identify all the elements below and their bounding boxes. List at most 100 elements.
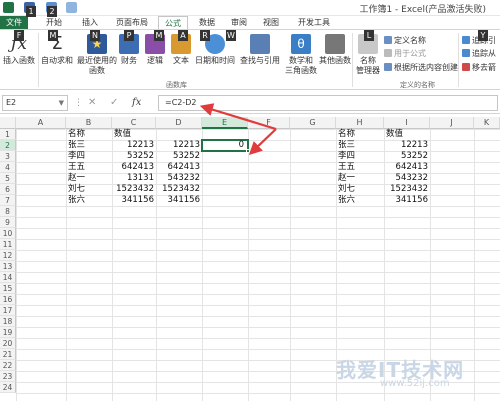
row-header[interactable]: 17: [0, 305, 16, 316]
row-header[interactable]: 16: [0, 294, 16, 305]
cell-B5[interactable]: 赵一: [66, 173, 112, 184]
use-in-formula-button[interactable]: 用于公式: [384, 49, 426, 59]
tab-file[interactable]: 文件: [0, 16, 28, 29]
column-header[interactable]: A: [16, 117, 66, 129]
tab-view[interactable]: 视图: [258, 16, 284, 29]
keytip-badge: L: [364, 30, 374, 41]
row-header[interactable]: 15: [0, 283, 16, 294]
name-box[interactable]: E2 ▼: [2, 95, 68, 111]
column-header[interactable]: G: [290, 117, 336, 129]
cell-C3[interactable]: 53252: [112, 151, 156, 162]
cell-B2[interactable]: 张三: [66, 140, 112, 151]
cell-C2[interactable]: 12213: [112, 140, 156, 151]
define-name-button[interactable]: 定义名称: [384, 36, 426, 46]
keytip-badge: A: [178, 30, 188, 41]
row-header[interactable]: 18: [0, 316, 16, 327]
tab-home[interactable]: 开始: [40, 16, 68, 29]
cell-H5[interactable]: 赵一: [336, 173, 384, 184]
tab-review[interactable]: 审阅: [226, 16, 252, 29]
more-functions-button[interactable]: 其他函数: [318, 34, 352, 66]
cell-D3[interactable]: 53252: [156, 151, 202, 162]
row-header[interactable]: 5: [0, 173, 16, 184]
column-header[interactable]: J: [430, 117, 474, 129]
column-header[interactable]: D: [156, 117, 202, 129]
fx-icon[interactable]: fx: [132, 95, 141, 111]
row-header[interactable]: 23: [0, 371, 16, 382]
cell-C4[interactable]: 642413: [112, 162, 156, 173]
create-from-selection-button[interactable]: 根据所选内容创建: [384, 63, 458, 73]
row-header[interactable]: 19: [0, 327, 16, 338]
cell-B7[interactable]: 张六: [66, 195, 112, 206]
cell-C5[interactable]: 13131: [112, 173, 156, 184]
cell-H4[interactable]: 王五: [336, 162, 384, 173]
row-header[interactable]: 21: [0, 349, 16, 360]
formula-input[interactable]: =C2-D2: [158, 95, 498, 111]
row-header[interactable]: 14: [0, 272, 16, 283]
row-header[interactable]: 10: [0, 228, 16, 239]
cell-I4[interactable]: 642413: [384, 162, 430, 173]
cell-B4[interactable]: 王五: [66, 162, 112, 173]
cell-D6[interactable]: 1523432: [156, 184, 202, 195]
math-button[interactable]: θ 数学和 三角函数: [284, 34, 318, 76]
keytip-badge: Y: [478, 30, 488, 41]
row-header[interactable]: 1: [0, 129, 16, 140]
cell-D5[interactable]: 543232: [156, 173, 202, 184]
redo-icon[interactable]: [66, 2, 77, 13]
cell-D7[interactable]: 341156: [156, 195, 202, 206]
tab-page-layout[interactable]: 页面布局: [110, 16, 154, 29]
cell-I5[interactable]: 543232: [384, 173, 430, 184]
column-header[interactable]: F: [248, 117, 290, 129]
column-header[interactable]: K: [474, 117, 500, 129]
row-header-selected[interactable]: 2: [0, 140, 16, 151]
cell-E2[interactable]: 0: [202, 140, 248, 151]
cell-I3[interactable]: 53252: [384, 151, 430, 162]
trace-dependents-button[interactable]: 追踪从: [462, 49, 496, 59]
enter-icon[interactable]: ✓: [110, 95, 118, 111]
row-header[interactable]: 6: [0, 184, 16, 195]
cell-I7[interactable]: 341156: [384, 195, 430, 206]
row-header[interactable]: 13: [0, 261, 16, 272]
column-header[interactable]: C: [112, 117, 156, 129]
chevron-down-icon[interactable]: ▼: [59, 96, 64, 110]
cell-C6[interactable]: 1523432: [112, 184, 156, 195]
cell-I1[interactable]: 数值: [384, 129, 430, 140]
row-header[interactable]: 24: [0, 382, 16, 393]
cell-D4[interactable]: 642413: [156, 162, 202, 173]
cell-H3[interactable]: 李四: [336, 151, 384, 162]
row-header[interactable]: 7: [0, 195, 16, 206]
cancel-icon[interactable]: ✕: [88, 95, 96, 111]
tab-developer[interactable]: 开发工具: [292, 16, 336, 29]
tab-data[interactable]: 数据: [194, 16, 220, 29]
row-header[interactable]: 11: [0, 239, 16, 250]
column-header[interactable]: I: [384, 117, 430, 129]
cell-H1[interactable]: 名称: [336, 129, 384, 140]
cell-I2[interactable]: 12213: [384, 140, 430, 151]
row-header[interactable]: 22: [0, 360, 16, 371]
remove-arrows-button[interactable]: 移去箭: [462, 63, 496, 73]
tab-insert[interactable]: 插入: [76, 16, 104, 29]
cell-H6[interactable]: 刘七: [336, 184, 384, 195]
row-header[interactable]: 9: [0, 217, 16, 228]
column-header[interactable]: H: [336, 117, 384, 129]
cell-H7[interactable]: 张六: [336, 195, 384, 206]
column-header-selected[interactable]: E: [202, 117, 248, 129]
column-header[interactable]: B: [66, 117, 112, 129]
row-header[interactable]: 3: [0, 151, 16, 162]
row-header[interactable]: 20: [0, 338, 16, 349]
row-header[interactable]: 12: [0, 250, 16, 261]
remove-arrows-icon: [462, 63, 470, 71]
cell-C1[interactable]: 数值: [112, 129, 156, 140]
cell-H2[interactable]: 张三: [336, 140, 384, 151]
select-all-corner[interactable]: [0, 117, 16, 129]
tab-formulas[interactable]: 公式: [158, 16, 188, 29]
lookup-button[interactable]: 查找与引用: [238, 34, 282, 66]
cell-B6[interactable]: 刘七: [66, 184, 112, 195]
cell-C7[interactable]: 341156: [112, 195, 156, 206]
cell-B1[interactable]: 名称: [66, 129, 112, 140]
magnifier-icon: [250, 34, 270, 54]
cell-I6[interactable]: 1523432: [384, 184, 430, 195]
cell-D2[interactable]: 12213: [156, 140, 202, 151]
row-header[interactable]: 4: [0, 162, 16, 173]
cell-B3[interactable]: 李四: [66, 151, 112, 162]
row-header[interactable]: 8: [0, 206, 16, 217]
